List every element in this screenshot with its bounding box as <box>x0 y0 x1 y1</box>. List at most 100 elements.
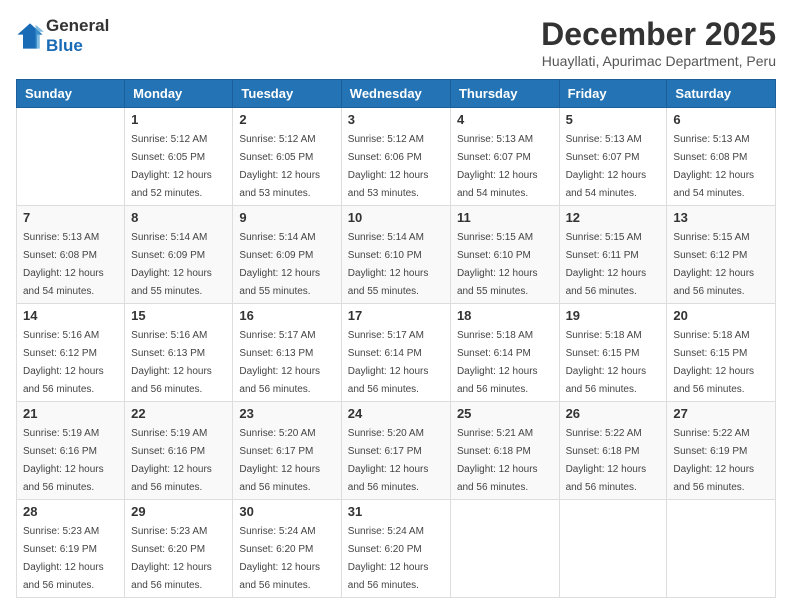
day-info: Sunrise: 5:18 AMSunset: 6:14 PMDaylight:… <box>457 330 538 395</box>
day-info: Sunrise: 5:15 AMSunset: 6:10 PMDaylight:… <box>457 232 538 297</box>
calendar-cell: 12 Sunrise: 5:15 AMSunset: 6:11 PMDaylig… <box>559 206 667 304</box>
day-info: Sunrise: 5:24 AMSunset: 6:20 PMDaylight:… <box>239 526 320 591</box>
day-info: Sunrise: 5:13 AMSunset: 6:07 PMDaylight:… <box>566 134 647 199</box>
calendar-table: SundayMondayTuesdayWednesdayThursdayFrid… <box>16 79 776 598</box>
day-number: 9 <box>239 210 334 225</box>
day-number: 3 <box>348 112 444 127</box>
day-info: Sunrise: 5:12 AMSunset: 6:05 PMDaylight:… <box>131 134 212 199</box>
day-info: Sunrise: 5:23 AMSunset: 6:19 PMDaylight:… <box>23 526 104 591</box>
day-number: 19 <box>566 308 661 323</box>
day-info: Sunrise: 5:18 AMSunset: 6:15 PMDaylight:… <box>566 330 647 395</box>
day-number: 30 <box>239 504 334 519</box>
weekday-header-row: SundayMondayTuesdayWednesdayThursdayFrid… <box>17 80 776 108</box>
day-number: 6 <box>673 112 769 127</box>
calendar-cell: 28 Sunrise: 5:23 AMSunset: 6:19 PMDaylig… <box>17 500 125 598</box>
day-number: 8 <box>131 210 226 225</box>
day-info: Sunrise: 5:22 AMSunset: 6:18 PMDaylight:… <box>566 428 647 493</box>
logo-blue: Blue <box>46 36 83 55</box>
day-info: Sunrise: 5:20 AMSunset: 6:17 PMDaylight:… <box>239 428 320 493</box>
weekday-header-tuesday: Tuesday <box>233 80 341 108</box>
calendar-cell: 6 Sunrise: 5:13 AMSunset: 6:08 PMDayligh… <box>667 108 776 206</box>
day-info: Sunrise: 5:17 AMSunset: 6:14 PMDaylight:… <box>348 330 429 395</box>
calendar-cell: 9 Sunrise: 5:14 AMSunset: 6:09 PMDayligh… <box>233 206 341 304</box>
weekday-header-wednesday: Wednesday <box>341 80 450 108</box>
calendar-cell: 3 Sunrise: 5:12 AMSunset: 6:06 PMDayligh… <box>341 108 450 206</box>
day-info: Sunrise: 5:12 AMSunset: 6:06 PMDaylight:… <box>348 134 429 199</box>
calendar-cell: 22 Sunrise: 5:19 AMSunset: 6:16 PMDaylig… <box>125 402 233 500</box>
calendar-cell: 20 Sunrise: 5:18 AMSunset: 6:15 PMDaylig… <box>667 304 776 402</box>
day-info: Sunrise: 5:13 AMSunset: 6:07 PMDaylight:… <box>457 134 538 199</box>
day-number: 5 <box>566 112 661 127</box>
day-info: Sunrise: 5:19 AMSunset: 6:16 PMDaylight:… <box>131 428 212 493</box>
calendar-cell: 14 Sunrise: 5:16 AMSunset: 6:12 PMDaylig… <box>17 304 125 402</box>
day-number: 4 <box>457 112 553 127</box>
day-number: 18 <box>457 308 553 323</box>
day-info: Sunrise: 5:22 AMSunset: 6:19 PMDaylight:… <box>673 428 754 493</box>
calendar-cell: 4 Sunrise: 5:13 AMSunset: 6:07 PMDayligh… <box>450 108 559 206</box>
day-info: Sunrise: 5:14 AMSunset: 6:09 PMDaylight:… <box>239 232 320 297</box>
logo: General Blue <box>16 16 109 56</box>
day-number: 16 <box>239 308 334 323</box>
day-info: Sunrise: 5:13 AMSunset: 6:08 PMDaylight:… <box>673 134 754 199</box>
day-number: 20 <box>673 308 769 323</box>
weekday-header-monday: Monday <box>125 80 233 108</box>
calendar-cell: 2 Sunrise: 5:12 AMSunset: 6:05 PMDayligh… <box>233 108 341 206</box>
calendar-cell: 10 Sunrise: 5:14 AMSunset: 6:10 PMDaylig… <box>341 206 450 304</box>
day-number: 10 <box>348 210 444 225</box>
day-number: 22 <box>131 406 226 421</box>
week-row-3: 14 Sunrise: 5:16 AMSunset: 6:12 PMDaylig… <box>17 304 776 402</box>
week-row-4: 21 Sunrise: 5:19 AMSunset: 6:16 PMDaylig… <box>17 402 776 500</box>
calendar-cell: 25 Sunrise: 5:21 AMSunset: 6:18 PMDaylig… <box>450 402 559 500</box>
day-info: Sunrise: 5:13 AMSunset: 6:08 PMDaylight:… <box>23 232 104 297</box>
month-title: December 2025 <box>541 16 776 53</box>
day-number: 28 <box>23 504 118 519</box>
day-number: 24 <box>348 406 444 421</box>
calendar-cell: 24 Sunrise: 5:20 AMSunset: 6:17 PMDaylig… <box>341 402 450 500</box>
calendar-cell: 27 Sunrise: 5:22 AMSunset: 6:19 PMDaylig… <box>667 402 776 500</box>
calendar-cell: 16 Sunrise: 5:17 AMSunset: 6:13 PMDaylig… <box>233 304 341 402</box>
day-number: 1 <box>131 112 226 127</box>
calendar-cell: 8 Sunrise: 5:14 AMSunset: 6:09 PMDayligh… <box>125 206 233 304</box>
calendar-cell <box>559 500 667 598</box>
day-info: Sunrise: 5:17 AMSunset: 6:13 PMDaylight:… <box>239 330 320 395</box>
logo-icon <box>16 22 44 50</box>
day-number: 31 <box>348 504 444 519</box>
calendar-cell: 31 Sunrise: 5:24 AMSunset: 6:20 PMDaylig… <box>341 500 450 598</box>
calendar-cell: 21 Sunrise: 5:19 AMSunset: 6:16 PMDaylig… <box>17 402 125 500</box>
day-info: Sunrise: 5:16 AMSunset: 6:13 PMDaylight:… <box>131 330 212 395</box>
day-number: 2 <box>239 112 334 127</box>
day-number: 15 <box>131 308 226 323</box>
day-info: Sunrise: 5:20 AMSunset: 6:17 PMDaylight:… <box>348 428 429 493</box>
calendar-cell <box>450 500 559 598</box>
day-number: 25 <box>457 406 553 421</box>
calendar-cell: 5 Sunrise: 5:13 AMSunset: 6:07 PMDayligh… <box>559 108 667 206</box>
weekday-header-friday: Friday <box>559 80 667 108</box>
location-title: Huayllati, Apurimac Department, Peru <box>541 53 776 69</box>
weekday-header-saturday: Saturday <box>667 80 776 108</box>
calendar-cell: 1 Sunrise: 5:12 AMSunset: 6:05 PMDayligh… <box>125 108 233 206</box>
day-number: 14 <box>23 308 118 323</box>
title-area: December 2025 Huayllati, Apurimac Depart… <box>541 16 776 69</box>
day-info: Sunrise: 5:19 AMSunset: 6:16 PMDaylight:… <box>23 428 104 493</box>
calendar-cell: 11 Sunrise: 5:15 AMSunset: 6:10 PMDaylig… <box>450 206 559 304</box>
day-info: Sunrise: 5:14 AMSunset: 6:09 PMDaylight:… <box>131 232 212 297</box>
day-info: Sunrise: 5:23 AMSunset: 6:20 PMDaylight:… <box>131 526 212 591</box>
day-number: 13 <box>673 210 769 225</box>
calendar-cell: 26 Sunrise: 5:22 AMSunset: 6:18 PMDaylig… <box>559 402 667 500</box>
day-number: 7 <box>23 210 118 225</box>
logo-general: General <box>46 16 109 35</box>
day-number: 23 <box>239 406 334 421</box>
day-info: Sunrise: 5:12 AMSunset: 6:05 PMDaylight:… <box>239 134 320 199</box>
day-number: 12 <box>566 210 661 225</box>
day-info: Sunrise: 5:21 AMSunset: 6:18 PMDaylight:… <box>457 428 538 493</box>
calendar-cell: 13 Sunrise: 5:15 AMSunset: 6:12 PMDaylig… <box>667 206 776 304</box>
day-number: 27 <box>673 406 769 421</box>
weekday-header-sunday: Sunday <box>17 80 125 108</box>
calendar-cell: 19 Sunrise: 5:18 AMSunset: 6:15 PMDaylig… <box>559 304 667 402</box>
calendar-cell: 7 Sunrise: 5:13 AMSunset: 6:08 PMDayligh… <box>17 206 125 304</box>
calendar-cell <box>667 500 776 598</box>
calendar-cell: 29 Sunrise: 5:23 AMSunset: 6:20 PMDaylig… <box>125 500 233 598</box>
weekday-header-thursday: Thursday <box>450 80 559 108</box>
calendar-cell: 30 Sunrise: 5:24 AMSunset: 6:20 PMDaylig… <box>233 500 341 598</box>
week-row-1: 1 Sunrise: 5:12 AMSunset: 6:05 PMDayligh… <box>17 108 776 206</box>
